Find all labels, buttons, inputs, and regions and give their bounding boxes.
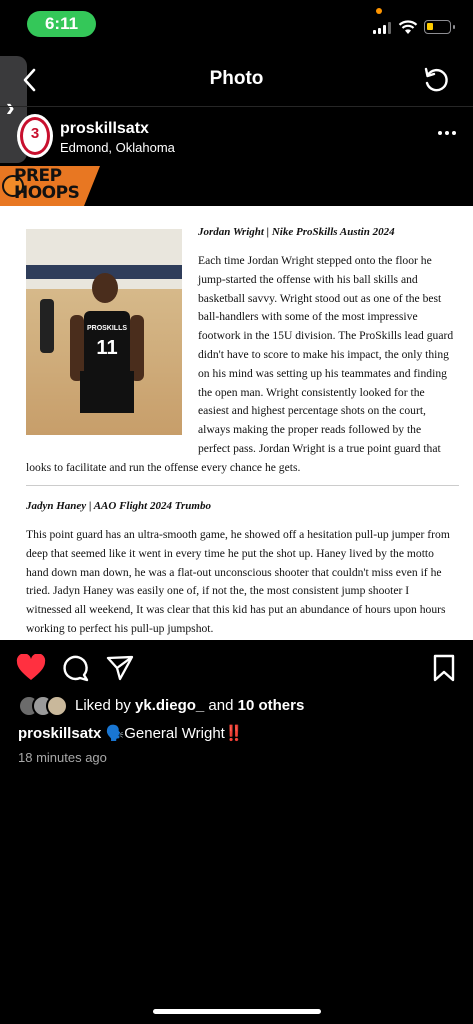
status-time[interactable]: 6:11 <box>27 11 96 37</box>
article-line: basketball savvy. Wright stood out as on… <box>198 291 442 305</box>
page-title: Photo <box>209 68 264 89</box>
article-line: the open man. Wright consistently looked… <box>198 385 425 399</box>
avatar[interactable]: 3 <box>17 114 53 158</box>
article-line: This point guard has an ultra-smooth gam… <box>26 528 450 541</box>
post-photo[interactable]: PREP HOOPS PROSKILLS 11 Jordan Wright | … <box>0 166 473 640</box>
caption-emoji: 🗣️ <box>105 725 125 742</box>
likes-middle: and <box>204 697 238 714</box>
article-line: ball-handlers with some of the most impr… <box>198 310 418 324</box>
likes-user[interactable]: yk.diego_ <box>135 697 204 714</box>
caption-username[interactable]: proskillsatx <box>18 725 101 742</box>
heart-icon[interactable] <box>16 654 46 682</box>
article-line: didn't have to score to make his impact,… <box>198 347 449 361</box>
player-jersey: PROSKILLS 11 <box>84 311 130 373</box>
liker-avatar-3 <box>46 695 68 717</box>
cellular-signal-icon <box>373 22 393 34</box>
prep-hoops-logo: PREP HOOPS <box>14 168 80 203</box>
article1-last-line: looks to facilitate and run the offense … <box>26 461 301 474</box>
status-bar: 6:11 <box>0 0 473 48</box>
article2-body: This point guard has an ultra-smooth gam… <box>26 526 450 639</box>
article-line: on his mind was setting up his teammates… <box>198 366 447 380</box>
article1-body: Each time Jordan Wright stepped onto the… <box>198 252 453 459</box>
post-timestamp: 18 minutes ago <box>18 750 107 765</box>
jersey-brand: PROSKILLS <box>86 325 128 332</box>
jersey-number: 11 <box>96 337 118 359</box>
prep-hoops-banner: PREP HOOPS <box>0 166 473 206</box>
article-line: jump-started the offense with his ball s… <box>198 272 418 286</box>
refresh-icon[interactable] <box>422 66 450 94</box>
article1-title: Jordan Wright | Nike ProSkills Austin 20… <box>198 226 395 238</box>
article-line: deep that seemed like it went in every t… <box>26 546 434 560</box>
comment-icon[interactable] <box>62 654 90 682</box>
post-username[interactable]: proskillsatx <box>60 120 149 138</box>
post-caption: proskillsatx 🗣️General Wright‼️ <box>18 724 244 742</box>
article-line: footwork in the 15U division. The ProSki… <box>198 329 454 343</box>
bookmark-icon[interactable] <box>432 654 456 682</box>
avatar-logo-text: 3 <box>30 125 40 142</box>
article-line: hand down man down, he was a flat-out un… <box>26 565 442 579</box>
more-options-icon[interactable] <box>438 131 458 137</box>
caption-text: General Wright <box>124 725 225 742</box>
likes-prefix: Liked by <box>75 697 136 714</box>
home-indicator[interactable] <box>153 1009 321 1014</box>
article-screenshot: PROSKILLS 11 Jordan Wright | Nike ProSki… <box>6 206 467 640</box>
article-line: perfect pass. Jordan Wright is a true po… <box>198 441 441 455</box>
article-line: working to perfect his pull-up jumpshot. <box>26 621 214 635</box>
privacy-indicator-dot <box>376 8 382 14</box>
likes-others[interactable]: 10 others <box>238 697 305 714</box>
article-line: always making the proper reads followed … <box>198 423 422 437</box>
article-divider <box>26 485 459 486</box>
header-divider <box>0 106 473 107</box>
article-line: easiest and highest percentage shots on … <box>198 404 426 418</box>
wifi-icon <box>398 20 418 34</box>
likes-text[interactable]: Liked by yk.diego_ and 10 others <box>75 697 304 714</box>
article-line: Each time Jordan Wright stepped onto the… <box>198 254 432 267</box>
article-line: tried. Jadyn Haney was easily one of, if… <box>26 584 410 598</box>
logo-line-2: HOOPS <box>14 183 80 203</box>
share-icon[interactable] <box>106 654 134 682</box>
post-actions <box>0 648 473 688</box>
battery-icon <box>424 20 455 34</box>
article-line: witnessed all weekend, It was clear that… <box>26 603 446 617</box>
caption-emphasis: ‼️ <box>224 725 244 742</box>
article2-title: Jadyn Haney | AAO Flight 2024 Trumbo <box>26 500 211 512</box>
player-photo: PROSKILLS 11 <box>26 229 182 435</box>
top-nav-bar: Photo <box>0 56 473 104</box>
post-location[interactable]: Edmond, Oklahoma <box>60 140 175 155</box>
